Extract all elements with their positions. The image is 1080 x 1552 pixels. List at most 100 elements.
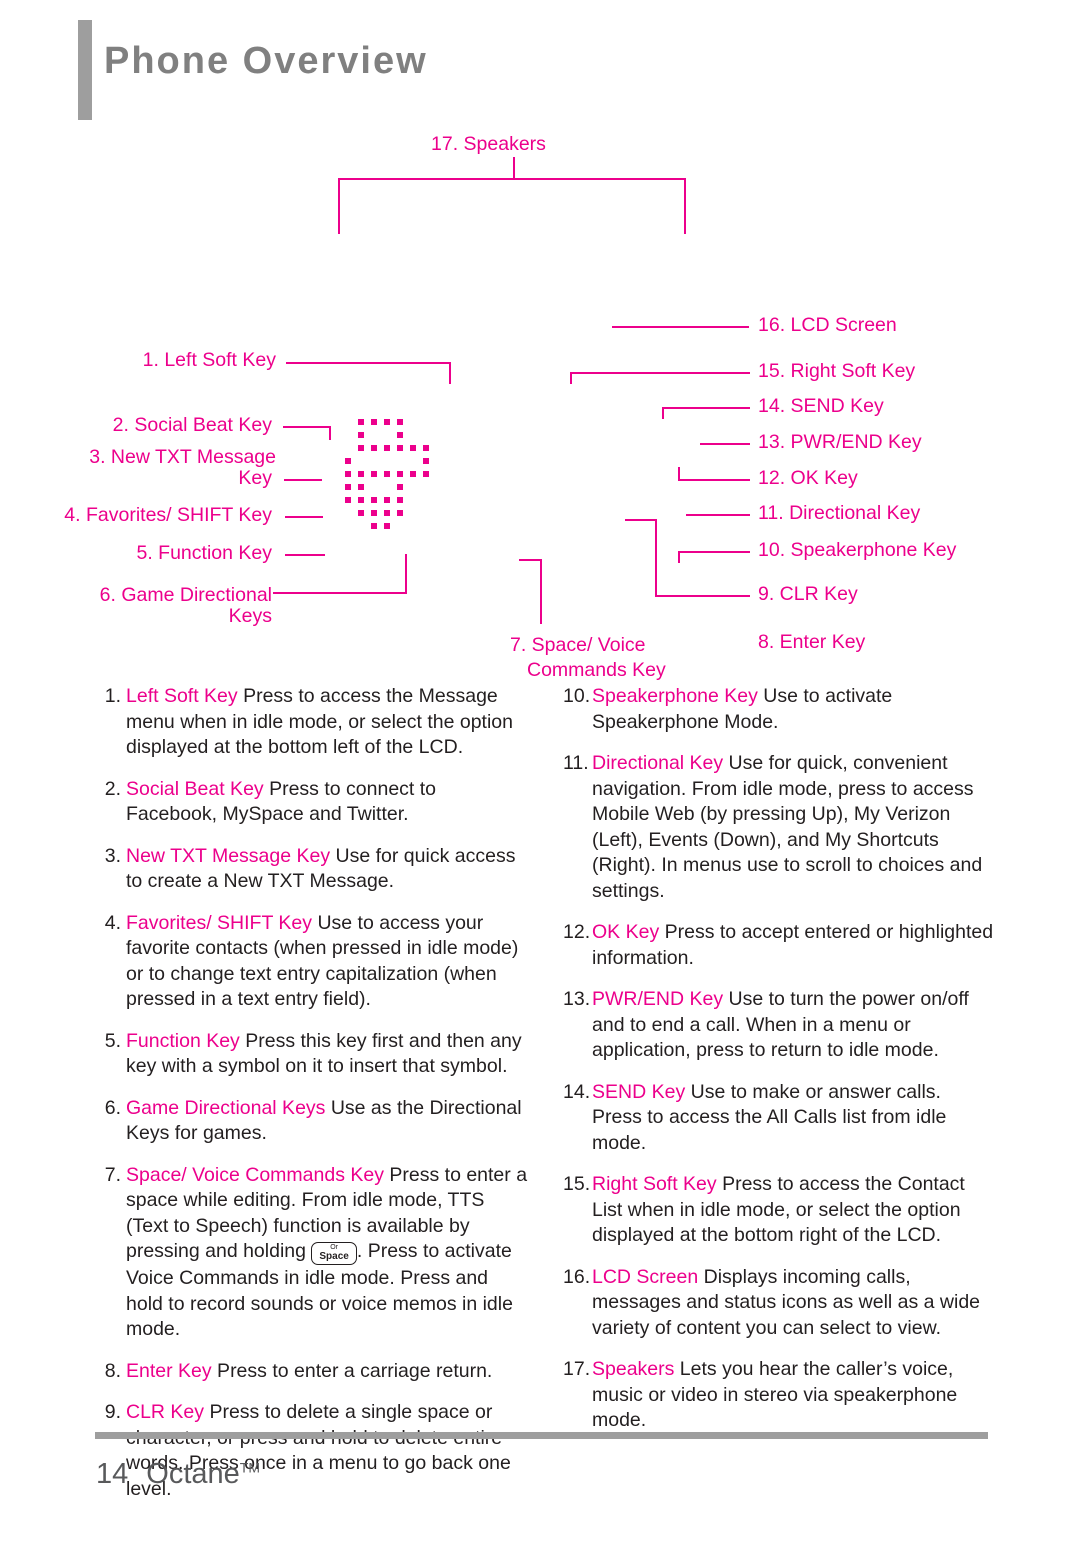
product-name: Octane [146,1458,240,1490]
list-item: 1. Left Soft Key Press to access the Mes… [97,684,529,761]
callout-label-3-key: Key [238,467,272,489]
leader-2-drop [329,426,331,440]
list-item: 14. SEND Key Use to make or answer calls… [563,1080,995,1157]
callout-label-9-clr-key: 9. CLR Key [758,583,858,605]
leader-16 [612,326,749,328]
space-key-glyph-top: Or [330,1244,339,1251]
callout-label-12-ok-key: 12. OK Key [758,467,858,489]
leader-2-span [283,426,331,428]
leader-1-drop [449,362,451,384]
item-text: Press to enter a carriage return. [211,1359,493,1382]
leader-11 [686,514,750,516]
item-number: 10. [563,685,591,707]
footer: 14 OctaneTM [96,1458,260,1491]
item-number: 14. [563,1080,591,1103]
item-term: Right Soft Key [592,1173,717,1195]
leader-15-span [570,372,750,374]
leader-17-span [338,178,686,180]
callout-label-6-game-directional: 6. Game Directional [99,584,272,606]
item-term: New TXT Message Key [126,844,331,867]
callout-label-15-right-soft-key: 15. Right Soft Key [758,360,916,382]
callout-label-16-lcd-screen: 16. LCD Screen [758,314,897,336]
leader-9-riser [655,519,657,595]
list-item: 7. Space/ Voice Commands Key Press to en… [97,1163,529,1343]
item-number: 2. [104,777,121,800]
header-accent-bar [78,20,92,120]
list-item: 17. Speakers Lets you hear the caller’s … [563,1357,995,1434]
callout-label-3-new-txt-message: 3. New TXT Message [89,446,276,468]
space-key-glyph-main: Space [319,1251,349,1262]
item-term: Favorites/ SHIFT Key [126,911,313,934]
item-term: Speakerphone Key [592,685,758,707]
item-number: 3. [104,844,121,867]
callout-label-11-directional-key: 11. Directional Key [758,502,921,524]
list-item: 4. Favorites/ SHIFT Key Use to access yo… [97,911,529,1013]
callout-label-7-commands-key: Commands Key [527,659,666,681]
list-item: 10. Speakerphone Key Use to activate Spe… [563,684,995,735]
callout-label-7-space-voice: 7. Space/ Voice [510,634,646,656]
list-item: 2. Social Beat Key Press to connect to F… [97,777,529,828]
leader-3 [284,479,322,481]
page-number: 14 [96,1458,129,1490]
callout-label-10-speakerphone-key: 10. Speakerphone Key [758,539,957,561]
callout-label-17-speakers: 17. Speakers [431,133,546,155]
leader-10-span [678,551,750,553]
item-number: 5. [104,1029,121,1052]
leader-9-span [655,595,750,597]
callout-label-1-left-soft-key: 1. Left Soft Key [142,349,276,371]
item-number: 1. [104,685,121,707]
item-number: 16. [563,1265,591,1288]
item-number: 9. [104,1401,121,1423]
callout-label-2-social-beat-key: 2. Social Beat Key [112,414,272,436]
right-description-column: 10. Speakerphone Key Use to activate Spe… [563,684,995,1450]
callout-label-4-favorites-shift-key: 4. Favorites/ SHIFT Key [64,504,272,526]
leader-17-stem [513,157,515,179]
footer-divider [95,1432,988,1439]
list-item: 15. Right Soft Key Press to access the C… [563,1172,995,1249]
leader-6-riser [405,554,407,592]
leader-6-span [273,592,407,594]
leader-1-span [286,362,451,364]
item-term: Speakers [592,1358,675,1380]
callout-label-13-pwr-end-key: 13. PWR/END Key [758,431,922,453]
item-number: 7. [104,1163,121,1186]
item-term: Space/ Voice Commands Key [126,1163,384,1186]
list-item: 8. Enter Key Press to enter a carriage r… [97,1359,529,1385]
item-term: LCD Screen [592,1265,699,1288]
list-item: 3. New TXT Message Key Use for quick acc… [97,844,529,895]
trademark-symbol: TM [239,1459,260,1476]
item-term: Social Beat Key [126,777,264,800]
leader-12-span [678,479,750,481]
callout-label-14-send-key: 14. SEND Key [758,395,884,417]
leader-9-arm [625,519,657,521]
item-term: Enter Key [126,1359,212,1382]
list-item: 13. PWR/END Key Use to turn the power on… [563,987,995,1064]
list-item: 12. OK Key Press to accept entered or hi… [563,920,995,971]
callout-label-5-function-key: 5. Function Key [136,542,273,564]
leader-5 [285,554,325,556]
item-term: OK Key [592,921,660,943]
item-term: Game Directional Keys [126,1096,326,1119]
leader-17-left-drop [338,178,340,234]
list-item: 6. Game Directional Keys Use as the Dire… [97,1096,529,1147]
item-term: CLR Key [126,1401,205,1423]
item-number: 13. [563,988,591,1010]
leader-14-tick [662,407,664,419]
leader-7-riser [540,559,542,624]
page-header: Phone Overview [0,0,1080,124]
item-number: 15. [563,1173,591,1195]
list-item: 5. Function Key Press this key first and… [97,1029,529,1080]
item-number: 8. [104,1359,121,1382]
item-term: Left Soft Key [126,685,238,707]
item-number: 4. [104,911,121,934]
item-term: SEND Key [592,1080,686,1103]
phone-diagram: 17. Speakers 16. LCD Screen 15. Right So… [0,124,1080,684]
space-key-glyph: Or Space [311,1242,357,1265]
left-description-column: 1. Left Soft Key Press to access the Mes… [97,684,529,1518]
item-term: Directional Key [592,752,724,774]
leader-12-tick [678,467,680,479]
leader-15-tick [570,372,572,384]
list-item: 16. LCD Screen Displays incoming calls, … [563,1265,995,1342]
item-number: 12. [563,921,591,943]
item-term: Function Key [126,1029,240,1052]
